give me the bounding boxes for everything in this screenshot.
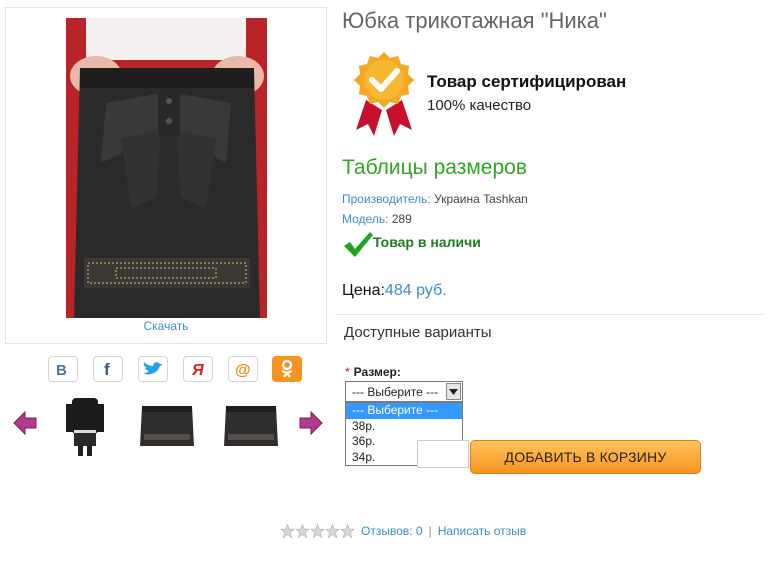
certificate-title: Товар сертифицирован [427, 72, 627, 91]
required-mark: * [345, 365, 350, 379]
product-photo[interactable] [66, 18, 267, 318]
model-row: Модель: 289 [342, 212, 412, 226]
add-to-cart-button[interactable]: ДОБАВИТЬ В КОРЗИНУ [470, 440, 701, 474]
manufacturer-label[interactable]: Производитель: [342, 192, 431, 206]
vk-share-icon[interactable]: B [48, 356, 78, 382]
size-option[interactable]: 38р. [346, 419, 462, 435]
thumbnail-2[interactable] [134, 392, 200, 460]
thumbnail-1[interactable] [52, 392, 118, 460]
twitter-share-icon[interactable] [138, 356, 168, 382]
write-review-link[interactable]: Написать отзыв [438, 524, 526, 538]
quantity-input[interactable] [417, 440, 469, 468]
thumbnail-3[interactable] [218, 392, 284, 460]
model-value: 289 [391, 212, 412, 226]
model-label: Модель: [342, 212, 389, 226]
product-title: Юбка трикотажная "Ника" [342, 8, 607, 33]
size-tables-link[interactable]: Таблицы размеров [342, 156, 527, 180]
thumbnail-next-arrow-icon[interactable] [298, 410, 324, 441]
certificate-badge-icon [350, 50, 418, 143]
price: Цена:484 руб. [342, 282, 447, 300]
download-link[interactable]: Скачать [6, 319, 326, 333]
svg-text:Я: Я [191, 362, 204, 378]
manufacturer-value: Украина Tashkan [434, 192, 528, 206]
size-label-text: Размер: [353, 365, 401, 379]
star-empty-icon [295, 523, 310, 539]
svg-text:f: f [104, 360, 110, 378]
star-empty-icon [310, 523, 325, 539]
manufacturer-row: Производитель: Украина Tashkan [342, 192, 528, 206]
stock-status: Товар в наличи [373, 234, 481, 250]
variants-divider [335, 314, 763, 315]
facebook-share-icon[interactable]: f [93, 356, 123, 382]
reviews-links: Отзывов: 0 | Написать отзыв [361, 524, 526, 538]
thumbnail-prev-arrow-icon[interactable] [12, 410, 38, 441]
size-select-value: --- Выберите --- [352, 385, 439, 399]
reviews-separator: | [428, 524, 432, 538]
svg-text:@: @ [235, 362, 251, 378]
size-select[interactable]: --- Выберите --- [345, 381, 463, 402]
in-stock-check-icon [342, 230, 374, 263]
star-empty-icon [280, 523, 295, 539]
svg-text:B: B [56, 362, 67, 377]
price-value: 484 руб. [384, 282, 447, 299]
size-option[interactable]: --- Выберите --- [346, 403, 462, 419]
odnoklassniki-share-icon[interactable] [272, 356, 302, 382]
rating-stars [280, 523, 355, 539]
size-label: * Размер: [345, 365, 401, 379]
yaru-share-icon[interactable]: Я [183, 356, 213, 382]
star-empty-icon [325, 523, 340, 539]
chevron-down-icon[interactable] [446, 383, 461, 400]
mailru-share-icon[interactable]: @ [228, 356, 258, 382]
reviews-count-link[interactable]: Отзывов: 0 [361, 524, 423, 538]
product-image-box: Скачать [5, 7, 327, 344]
price-label: Цена: [342, 282, 385, 299]
certificate-subtitle: 100% качество [427, 97, 532, 114]
star-empty-icon [340, 523, 355, 539]
variants-title: Доступные варианты [344, 324, 492, 341]
